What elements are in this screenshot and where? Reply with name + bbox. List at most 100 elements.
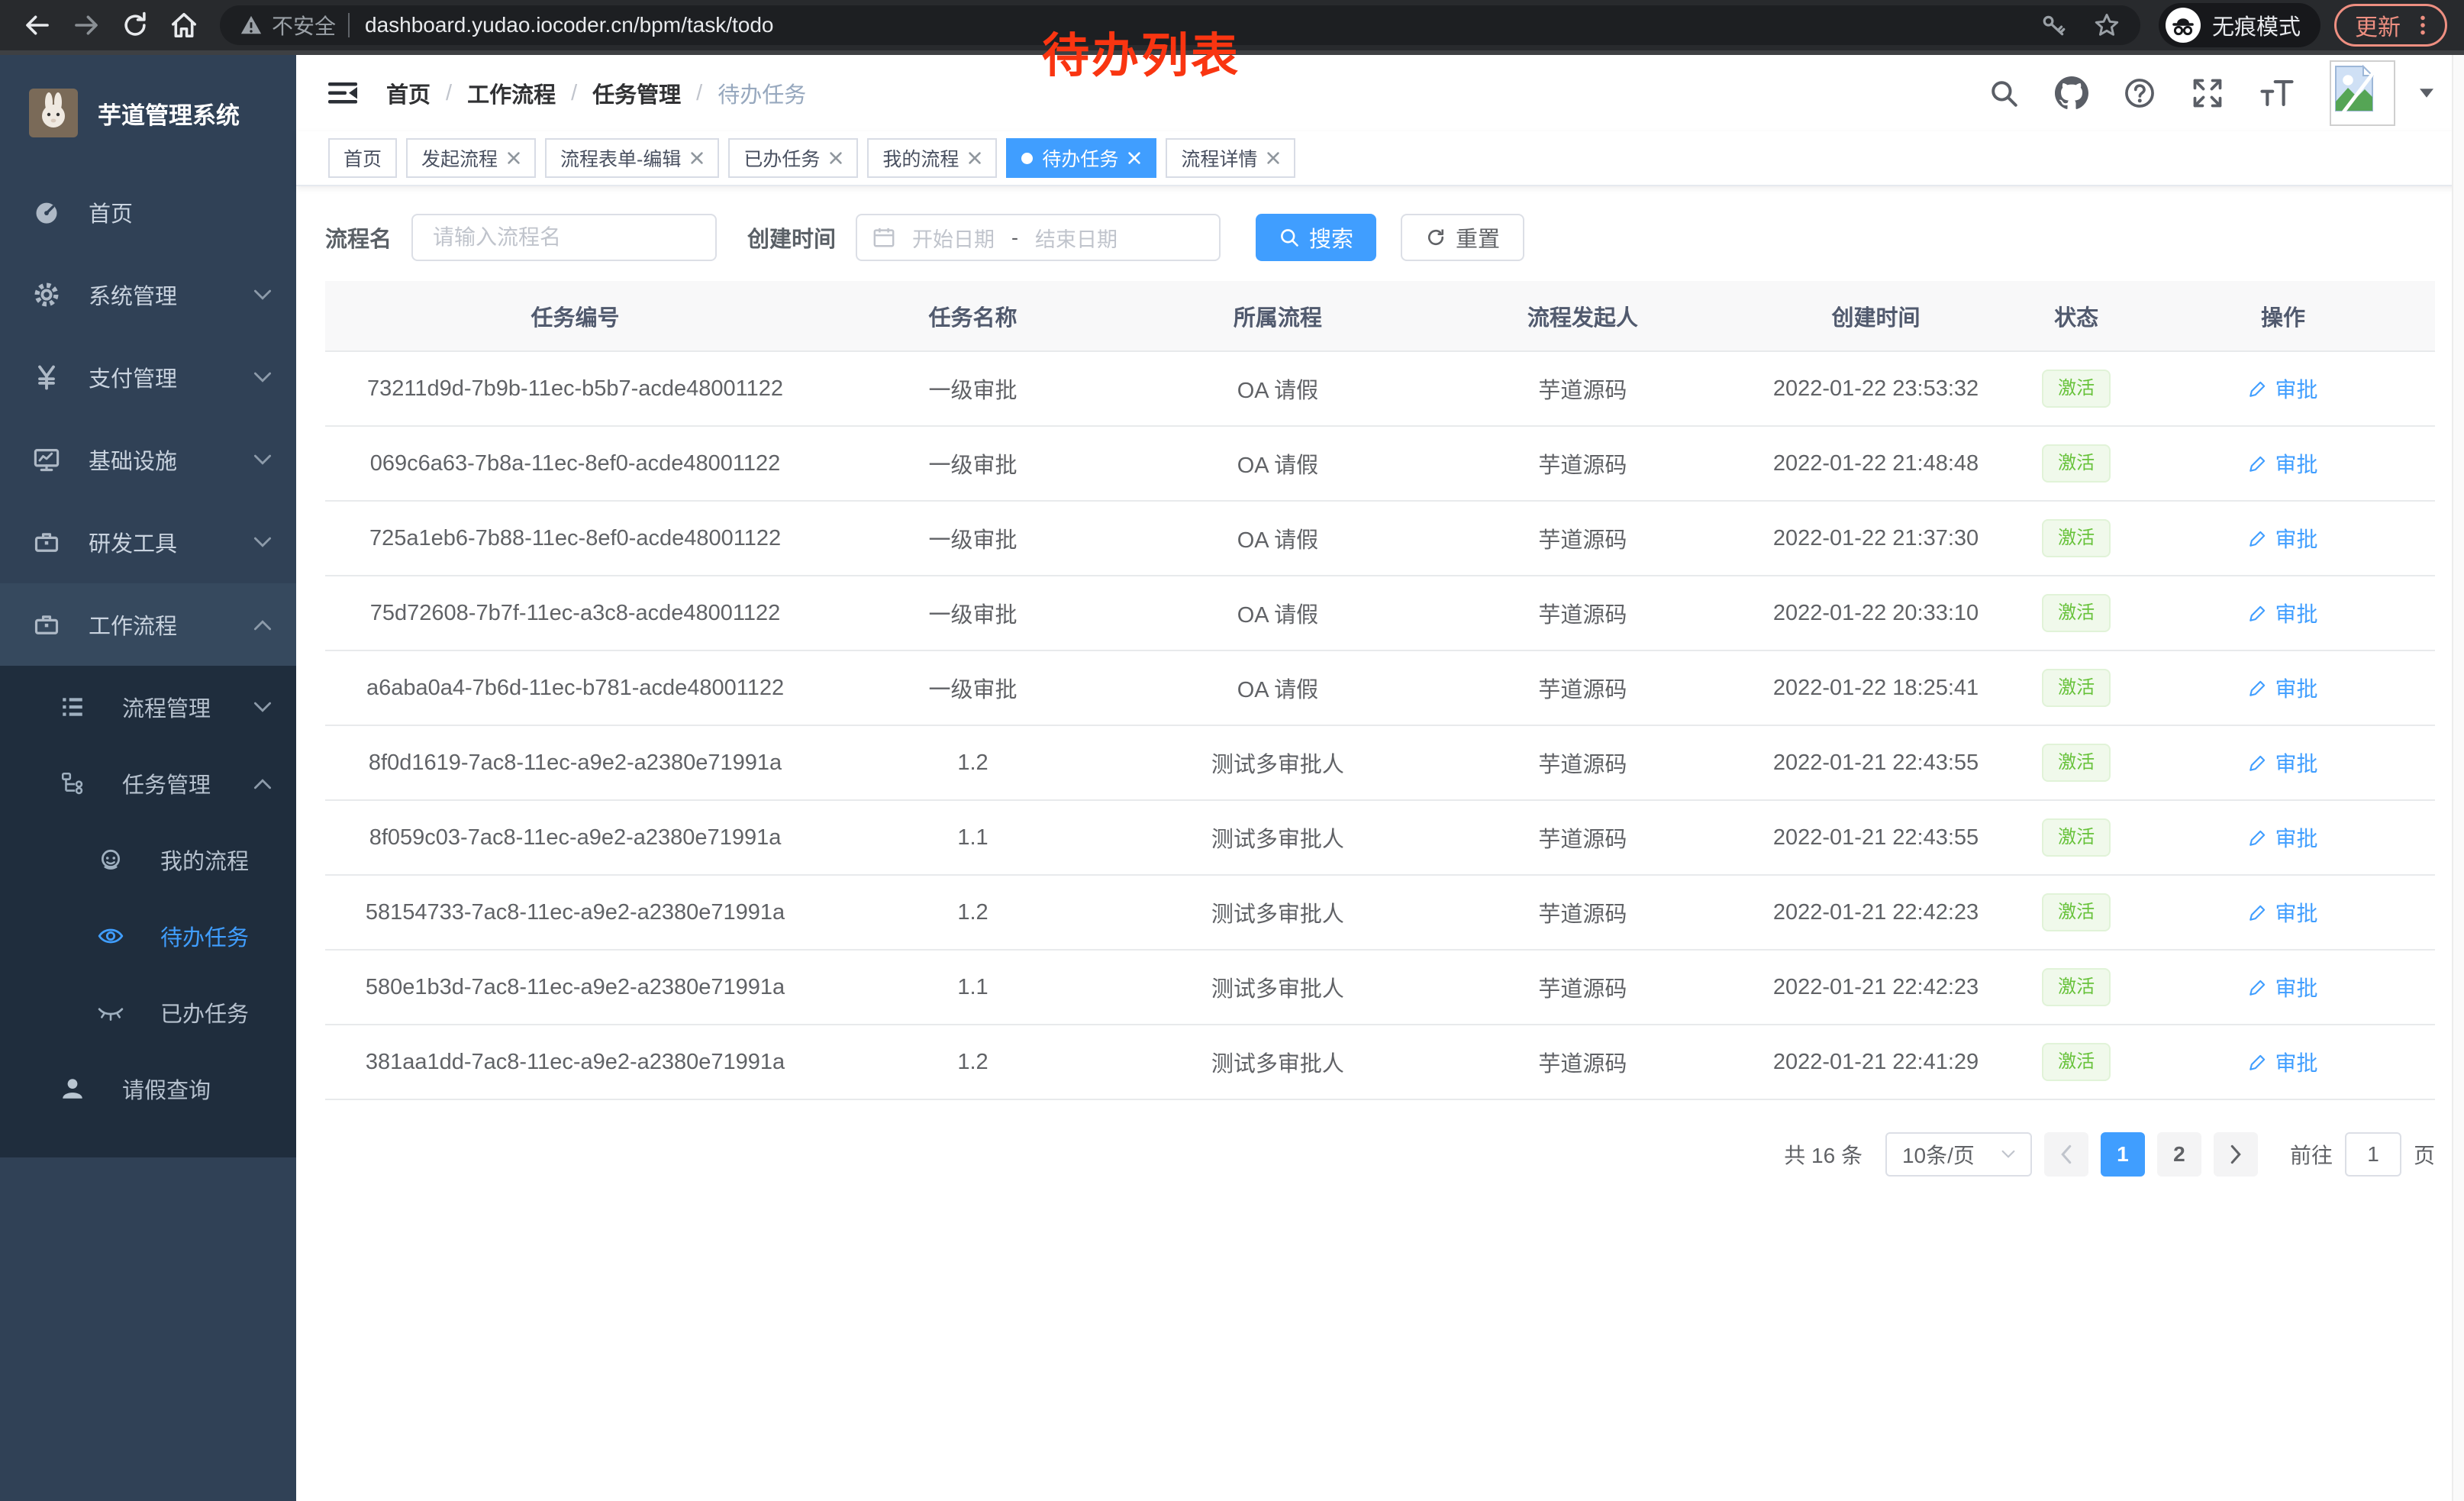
browser-back-button[interactable]	[17, 5, 58, 46]
sidebar-item-workflow[interactable]: 工作流程	[0, 583, 296, 666]
browser-forward-button[interactable]	[66, 5, 107, 46]
header-actions	[1988, 60, 2433, 126]
process-name-label: 流程名	[325, 221, 392, 253]
edit-icon	[2248, 603, 2268, 623]
approve-link[interactable]: 审批	[2248, 523, 2317, 554]
start-date-placeholder[interactable]: 开始日期	[912, 223, 995, 253]
person-icon	[58, 1076, 87, 1102]
approve-link[interactable]: 审批	[2248, 1047, 2317, 1077]
eye-icon	[96, 923, 125, 949]
help-button[interactable]	[2124, 77, 2156, 109]
breadcrumb-task-management[interactable]: 任务管理	[592, 77, 681, 109]
avatar-menu-button[interactable]	[2420, 89, 2433, 98]
sidebar-item-system[interactable]: 系统管理	[0, 253, 296, 336]
monitor-icon	[32, 446, 61, 473]
tab-todo-tasks[interactable]: 待办任务	[1006, 138, 1156, 178]
sidebar-item-payment[interactable]: 支付管理	[0, 336, 296, 418]
tab-done-tasks[interactable]: 已办任务	[728, 138, 858, 178]
security-label[interactable]: 不安全	[272, 10, 336, 40]
close-icon[interactable]	[1127, 151, 1141, 165]
gear-icon	[32, 281, 61, 308]
sidebar-collapse-button[interactable]	[327, 79, 359, 108]
end-date-placeholder[interactable]: 结束日期	[1035, 223, 1118, 253]
approve-link[interactable]: 审批	[2248, 972, 2317, 1002]
pagination: 共 16 条 10条/页 1 2 前往 页	[325, 1132, 2435, 1177]
bookmark-star-button[interactable]	[2093, 11, 2121, 39]
breadcrumb-separator: /	[696, 81, 702, 106]
header-search-button[interactable]	[1988, 77, 2020, 109]
edit-icon	[2248, 902, 2268, 922]
calendar-icon	[872, 226, 895, 249]
sidebar-item-todo-tasks[interactable]: 待办任务	[0, 898, 296, 974]
home-icon	[169, 11, 198, 40]
page-header: 首页 / 工作流程 / 任务管理 / 待办任务	[296, 55, 2464, 131]
approve-link[interactable]: 审批	[2248, 897, 2317, 928]
tab-home[interactable]: 首页	[328, 138, 397, 178]
approve-link[interactable]: 审批	[2248, 373, 2317, 404]
sidebar-item-done-tasks[interactable]: 已办任务	[0, 974, 296, 1051]
status-badge: 激活	[2042, 1043, 2111, 1081]
url-text[interactable]: dashboard.yudao.iocoder.cn/bpm/task/todo	[365, 13, 773, 37]
password-key-button[interactable]	[2041, 12, 2067, 38]
goto-page-input[interactable]	[2345, 1132, 2401, 1177]
close-icon[interactable]	[1266, 151, 1280, 165]
chevron-right-icon	[2229, 1144, 2243, 1164]
breadcrumb-workflow[interactable]: 工作流程	[467, 77, 556, 109]
table-row: 73211d9d-7b9b-11ec-b5b7-acde48001122 一级审…	[325, 351, 2435, 426]
page-button-1[interactable]: 1	[2101, 1132, 2145, 1177]
next-page-button[interactable]	[2214, 1132, 2258, 1177]
sidebar-item-devtools[interactable]: 研发工具	[0, 501, 296, 583]
col-task-name: 任务名称	[825, 281, 1121, 351]
close-icon[interactable]	[690, 151, 704, 165]
tab-start-process[interactable]: 发起流程	[406, 138, 536, 178]
fullscreen-button[interactable]	[2191, 76, 2224, 110]
forward-icon	[72, 11, 101, 40]
page-size-select[interactable]: 10条/页	[1885, 1132, 2032, 1177]
approve-link[interactable]: 审批	[2248, 673, 2317, 703]
close-icon[interactable]	[507, 151, 521, 165]
briefcase-icon	[32, 528, 61, 556]
browser-update-button[interactable]: 更新	[2334, 4, 2447, 47]
browser-home-button[interactable]	[163, 5, 205, 46]
browser-reload-button[interactable]	[114, 5, 156, 46]
logo-rabbit-icon	[29, 89, 78, 137]
col-status: 状态	[2021, 281, 2131, 351]
fullscreen-icon	[2191, 76, 2224, 110]
close-icon[interactable]	[829, 151, 843, 165]
page-scrollbar[interactable]	[2452, 55, 2464, 1501]
approve-link[interactable]: 审批	[2248, 822, 2317, 853]
sidebar-item-process-management[interactable]: 流程管理	[0, 669, 296, 745]
chevron-up-icon	[253, 619, 272, 631]
prev-page-button[interactable]	[2044, 1132, 2088, 1177]
chevron-down-icon	[253, 702, 272, 713]
sidebar-logo[interactable]: 芋道管理系统	[0, 55, 296, 171]
sidebar-item-home[interactable]: 首页	[0, 171, 296, 253]
user-avatar[interactable]	[2330, 60, 2395, 126]
page-button-2[interactable]: 2	[2157, 1132, 2201, 1177]
sidebar-item-infrastructure[interactable]: 基础设施	[0, 418, 296, 501]
sidebar-item-task-management[interactable]: 任务管理	[0, 745, 296, 822]
screen: 不安全 dashboard.yudao.iocoder.cn/bpm/task/…	[0, 0, 2464, 1501]
table-row: 580e1b3d-7ac8-11ec-a9e2-a2380e71991a 1.1…	[325, 950, 2435, 1025]
tab-my-process[interactable]: 我的流程	[867, 138, 997, 178]
close-icon[interactable]	[968, 151, 982, 165]
process-name-input[interactable]	[411, 214, 717, 261]
approve-link[interactable]: 审批	[2248, 747, 2317, 778]
reset-button[interactable]: 重置	[1401, 214, 1524, 261]
date-range-input[interactable]: 开始日期 - 结束日期	[856, 214, 1221, 261]
dashboard-icon	[32, 199, 61, 226]
edit-icon	[2248, 528, 2268, 548]
approve-link[interactable]: 审批	[2248, 598, 2317, 628]
tab-process-detail[interactable]: 流程详情	[1166, 138, 1295, 178]
approve-link[interactable]: 审批	[2248, 448, 2317, 479]
sidebar-item-my-process[interactable]: 我的流程	[0, 822, 296, 898]
edit-icon	[2248, 1052, 2268, 1072]
search-button[interactable]: 搜索	[1256, 214, 1376, 261]
sidebar-item-leave-query[interactable]: 请假查询	[0, 1051, 296, 1127]
github-link[interactable]	[2055, 76, 2088, 110]
tab-form-edit[interactable]: 流程表单-编辑	[545, 138, 719, 178]
question-icon	[2124, 77, 2156, 109]
font-size-button[interactable]	[2259, 78, 2295, 108]
breadcrumb-home[interactable]: 首页	[386, 77, 431, 109]
menu-dots-icon[interactable]	[2410, 12, 2436, 38]
